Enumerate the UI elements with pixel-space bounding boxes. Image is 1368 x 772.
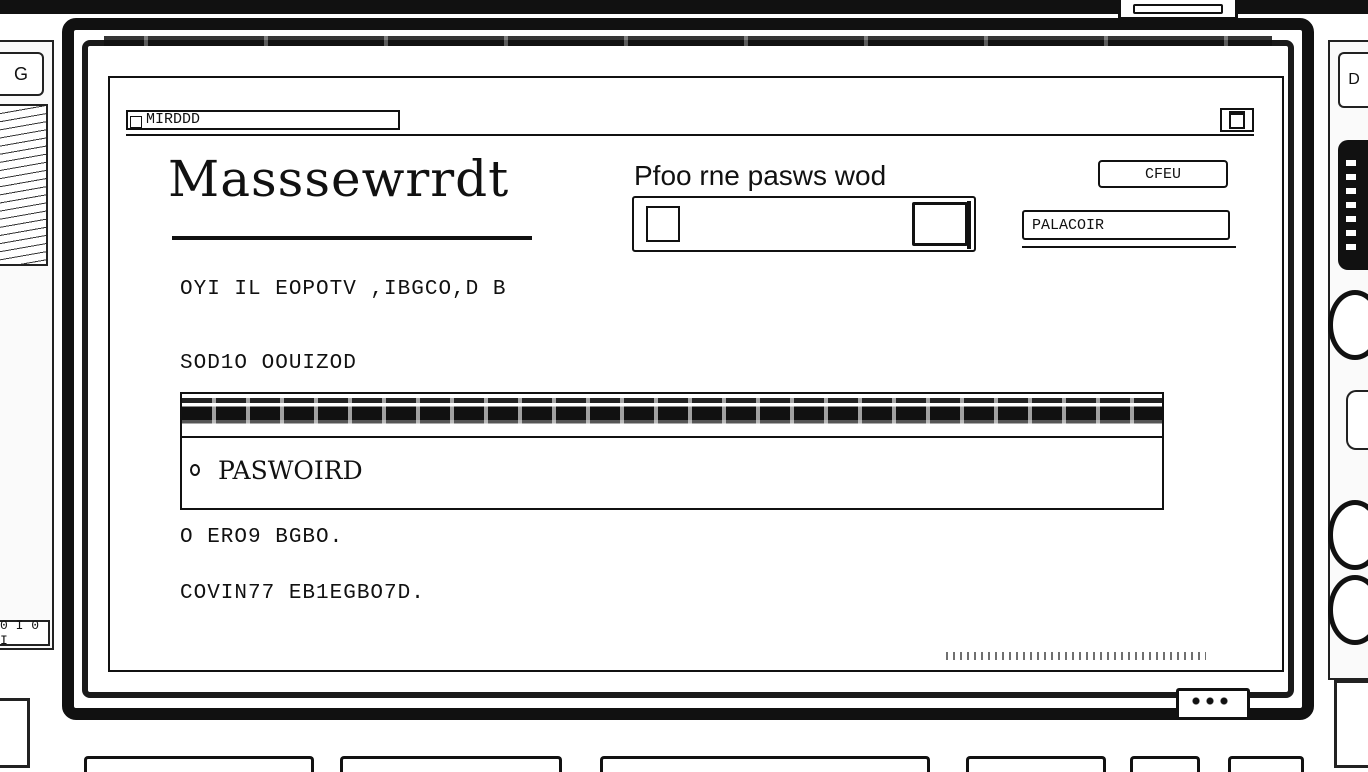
window-app-icon (130, 116, 142, 128)
info-line-1: OYI IL EOPOTV ,IBGCO,D B (180, 278, 507, 301)
bottom-key[interactable] (1228, 756, 1304, 772)
info-line-4: COVIN77 EB1EGBO7D. (180, 582, 425, 605)
password-option-label: PASWOIRD (218, 455, 363, 485)
page-title: Masssewrrdt (168, 150, 510, 208)
left-side-button[interactable]: G (0, 52, 44, 96)
right-side-button[interactable]: D (1338, 52, 1368, 108)
top-right-button[interactable]: CFEU (1098, 160, 1228, 188)
password-option[interactable]: PASWOIRD (190, 454, 363, 486)
password-panel[interactable]: PASWOIRD (180, 392, 1164, 510)
info-line-2: SOD1O OOUIZOD (180, 352, 357, 375)
window-title: MIRDDD (146, 111, 201, 128)
window-maximize-button[interactable] (1220, 108, 1254, 132)
radio-icon[interactable] (190, 464, 200, 476)
bottom-key[interactable] (1130, 756, 1200, 772)
password-input-group[interactable] (632, 196, 976, 252)
left-vent-grille (0, 104, 48, 266)
bezel-top-edge (104, 36, 1272, 46)
password-submit-button[interactable] (912, 201, 971, 249)
right-indicator-module (1338, 140, 1368, 270)
maximize-icon (1229, 111, 1245, 129)
info-line-3: O ERO9 BGBO. (180, 526, 344, 549)
top-right-field[interactable]: PALACOIR (1022, 210, 1236, 248)
top-clip (1118, 0, 1238, 20)
screen-scanline-noise (946, 652, 1206, 660)
password-checkbox[interactable] (646, 206, 680, 242)
window-title-bar: MIRDDD (126, 108, 1254, 136)
password-panel-header (182, 394, 1162, 438)
bottom-key[interactable] (966, 756, 1106, 772)
bottom-key[interactable] (340, 756, 562, 772)
right-clip (1346, 390, 1368, 450)
power-indicator (1176, 688, 1250, 720)
title-underline (172, 236, 532, 240)
left-side-label: 0 I 0 I (0, 618, 50, 648)
bottom-key[interactable] (600, 756, 930, 772)
screen: MIRDDD Masssewrrdt Pfoo rne pasws wod CF… (108, 76, 1284, 672)
window-title-field: MIRDDD (126, 110, 400, 130)
bottom-key[interactable] (84, 756, 314, 772)
bottom-key-row (0, 748, 1368, 772)
password-prompt-label: Pfoo rne pasws wod (634, 160, 887, 191)
